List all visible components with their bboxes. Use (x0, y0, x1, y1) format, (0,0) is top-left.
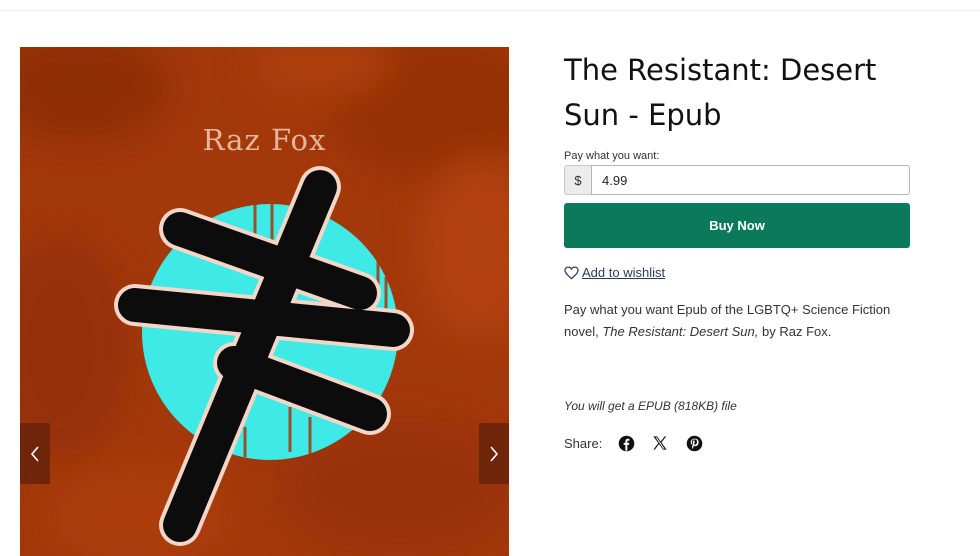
cover-author: Raz Fox (202, 123, 327, 157)
heart-icon (564, 265, 579, 279)
price-field: $ (564, 165, 910, 195)
facebook-icon (618, 435, 635, 451)
description-book-title: The Resistant: Desert Sun, (602, 324, 759, 339)
chevron-left-icon (30, 445, 39, 462)
share-label: Share: (564, 435, 603, 451)
chevron-right-icon (490, 445, 499, 462)
gallery-next-button[interactable] (479, 423, 509, 484)
x-icon (653, 436, 667, 450)
description-author: by Raz Fox. (758, 324, 832, 339)
product-gallery: Raz Fox (20, 47, 509, 556)
share-row: Share: (564, 433, 718, 453)
header-bar (0, 0, 980, 11)
buy-now-button[interactable]: Buy Now (564, 203, 910, 248)
product-title: The Resistant: Desert Sun - Epub (564, 53, 877, 132)
pinterest-icon (686, 435, 703, 451)
add-to-wishlist-link[interactable]: Add to wishlist (564, 265, 665, 280)
currency-symbol: $ (564, 165, 591, 195)
gallery-prev-button[interactable] (20, 423, 50, 484)
price-input[interactable] (591, 165, 910, 195)
facebook-share-button[interactable] (616, 433, 636, 453)
wishlist-label[interactable]: Add to wishlist (582, 265, 665, 280)
file-note: You will get a EPUB (818KB) file (564, 399, 737, 413)
x-share-button[interactable] (650, 433, 670, 453)
product-description: Pay what you want Epub of the LGBTQ+ Sci… (564, 299, 909, 343)
pay-label: Pay what you want: (564, 150, 660, 162)
pinterest-share-button[interactable] (684, 433, 704, 453)
